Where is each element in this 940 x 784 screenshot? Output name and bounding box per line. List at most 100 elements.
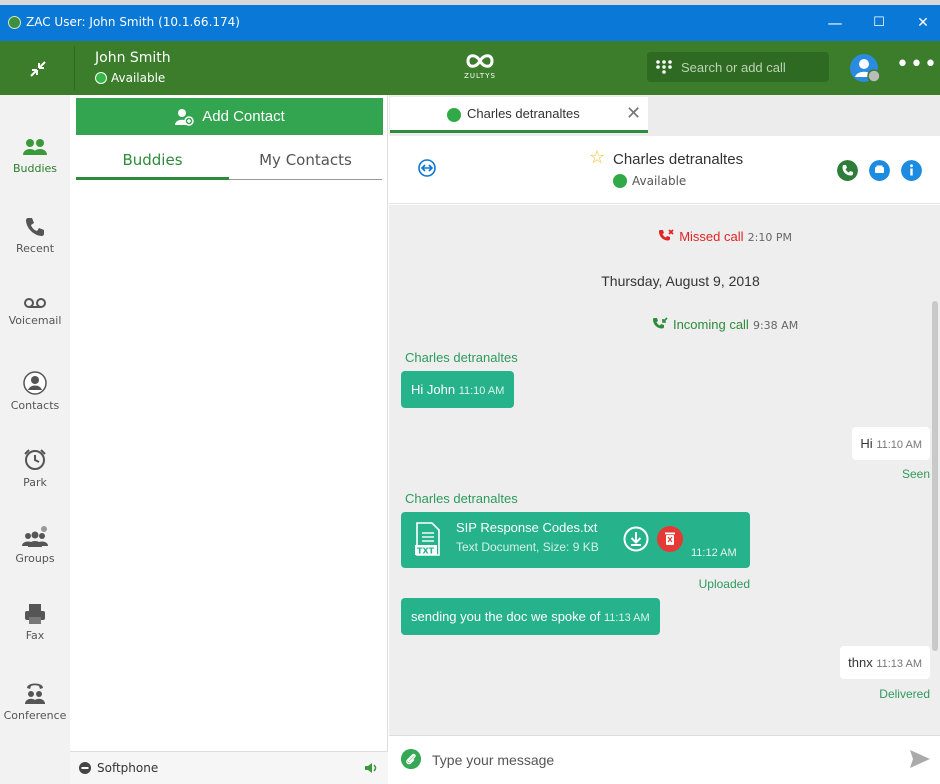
incoming-call-event: Incoming call 9:38 AM <box>449 317 940 333</box>
rail-label-conference: Conference <box>3 709 67 722</box>
message-time: 11:13 AM <box>603 612 650 624</box>
logo-text: ZULTYS <box>464 72 496 80</box>
rail-label-fax: Fax <box>25 629 45 642</box>
add-contact-label: Add Contact <box>202 108 285 125</box>
txt-file-icon: TXT <box>415 522 440 556</box>
voicemail-icon <box>24 298 46 308</box>
incoming-call-icon <box>652 317 668 329</box>
maximize-button[interactable]: ☐ <box>864 11 894 35</box>
search-box[interactable] <box>647 52 829 82</box>
search-input[interactable] <box>681 59 821 75</box>
delete-icon[interactable] <box>656 525 684 553</box>
call-transfer-icon[interactable] <box>418 159 436 177</box>
user-status[interactable]: Available <box>95 71 165 85</box>
message-time: 11:13 AM <box>876 658 922 670</box>
chat-tab-label: Charles detranaltes <box>467 106 580 121</box>
message-composer <box>389 735 940 784</box>
softphone-label: Softphone <box>97 761 159 775</box>
app-icon <box>8 16 21 29</box>
rail-item-park[interactable]: Park <box>0 448 70 518</box>
add-user-icon <box>175 108 194 126</box>
rail-item-fax[interactable]: Fax <box>0 603 70 673</box>
nav-rail: Buddies Recent Voicemail Contacts Park G… <box>0 95 70 784</box>
missed-call-label: Missed call <box>679 229 744 244</box>
info-button[interactable] <box>901 160 922 181</box>
read-receipt: Seen <box>901 467 930 481</box>
download-icon[interactable] <box>623 526 649 552</box>
contacts-panel: Add Contact Buddies My Contacts Softphon… <box>70 95 388 784</box>
rail-label-recent: Recent <box>15 242 55 255</box>
file-message: TXT SIP Response Codes.txt Text Document… <box>401 512 750 568</box>
message-time: 11:10 AM <box>876 439 922 451</box>
rail-item-conference[interactable]: Conference <box>0 681 70 751</box>
speaker-icon[interactable] <box>364 762 378 774</box>
conversation-status-label: Available <box>632 174 687 188</box>
groups-icon <box>22 526 48 547</box>
rail-label-groups: Groups <box>15 552 55 565</box>
app-header: John Smith Available ZULTYS Search or ad… <box>0 41 940 95</box>
user-avatar-icon[interactable] <box>850 53 880 83</box>
chat-panel: Charles detranaltes ✕ ☆ Charles detranal… <box>389 95 940 784</box>
missed-call-event: Missed call 2:10 PM <box>449 229 940 245</box>
tab-my-contacts[interactable]: My Contacts <box>229 151 382 180</box>
softphone-bar[interactable]: Softphone <box>70 751 388 784</box>
chat-tab[interactable]: Charles detranaltes ✕ <box>390 97 648 133</box>
incoming-message: sending you the doc we spoke of 11:13 AM <box>401 598 660 635</box>
message-sender: Charles detranaltes <box>405 491 518 506</box>
zultys-logo: ZULTYS <box>455 52 505 86</box>
conversation-header: ☆ Charles detranaltes Available <box>389 136 940 204</box>
rail-label-contacts: Contacts <box>10 399 60 412</box>
rail-label-park: Park <box>23 476 47 489</box>
minimize-button[interactable]: — <box>820 11 850 35</box>
outgoing-message: Hi 11:10 AM <box>852 427 930 460</box>
file-meta: Text Document, Size: 9 KB <box>456 540 599 554</box>
chat-button[interactable] <box>869 160 890 181</box>
fax-icon <box>25 604 45 624</box>
delivery-receipt: Delivered <box>879 687 930 701</box>
available-status-icon <box>95 72 107 84</box>
send-icon[interactable] <box>909 749 931 769</box>
message-sender: Charles detranaltes <box>405 350 518 365</box>
more-menu-button[interactable]: ••• <box>896 54 938 76</box>
conversation-contact-name: Charles detranaltes <box>613 151 744 168</box>
message-scrollbar[interactable] <box>932 301 938 651</box>
rail-item-buddies[interactable]: Buddies <box>0 138 70 208</box>
header-divider <box>74 46 75 90</box>
contacts-icon <box>23 371 47 395</box>
add-contact-button[interactable]: Add Contact <box>76 98 383 135</box>
outgoing-message: thnx 11:13 AM <box>840 646 930 679</box>
infinity-logo-icon <box>466 54 494 68</box>
message-list[interactable]: Missed call 2:10 PM Thursday, August 9, … <box>389 205 940 735</box>
upload-receipt: Uploaded <box>698 577 750 591</box>
message-text: thnx <box>848 655 873 670</box>
favorite-star-icon[interactable]: ☆ <box>589 149 605 167</box>
available-status-icon <box>447 108 461 122</box>
file-name: SIP Response Codes.txt <box>456 520 598 535</box>
rail-item-groups[interactable]: Groups <box>0 526 70 596</box>
message-text: Hi <box>860 436 873 451</box>
conference-icon <box>25 683 45 704</box>
buddies-icon <box>23 139 47 155</box>
incoming-call-label: Incoming call <box>672 317 749 332</box>
attach-icon[interactable] <box>401 749 421 769</box>
incoming-message: Hi John 11:10 AM <box>401 371 515 408</box>
message-time: 11:10 AM <box>458 385 505 397</box>
rail-item-voicemail[interactable]: Voicemail <box>0 296 70 366</box>
incoming-call-time: 9:38 AM <box>752 319 799 332</box>
svg-text:TXT: TXT <box>417 547 435 556</box>
available-status-icon <box>613 174 627 188</box>
rail-item-recent[interactable]: Recent <box>0 216 70 286</box>
dialpad-icon[interactable] <box>655 59 673 75</box>
user-status-label: Available <box>111 71 166 85</box>
tab-buddies[interactable]: Buddies <box>76 151 229 180</box>
message-input[interactable] <box>432 749 872 771</box>
window-title: ZAC User: John Smith (10.1.66.174) <box>26 15 240 29</box>
missed-call-icon <box>659 229 674 241</box>
missed-call-time: 2:10 PM <box>747 231 792 244</box>
message-text: Hi John <box>411 382 456 397</box>
call-button[interactable] <box>837 160 858 181</box>
close-button[interactable]: ✕ <box>908 11 938 35</box>
rail-item-contacts[interactable]: Contacts <box>0 371 70 441</box>
close-tab-icon[interactable]: ✕ <box>626 103 641 124</box>
collapse-icon[interactable] <box>28 59 48 79</box>
